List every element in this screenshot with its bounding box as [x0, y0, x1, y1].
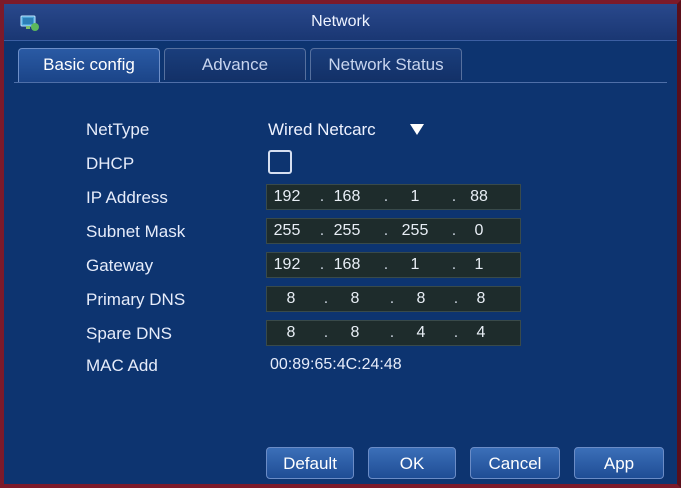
default-button[interactable]: Default — [266, 447, 354, 479]
primary-dns-label: Primary DNS — [86, 290, 186, 309]
network-dialog: Network Basic config Advance Network Sta… — [0, 0, 681, 488]
nettype-label: NetType — [86, 120, 150, 139]
chevron-down-icon — [410, 124, 424, 135]
ip-separator: . — [319, 222, 325, 239]
ip-separator: . — [383, 256, 389, 273]
gateway-octet-2[interactable]: 168 — [329, 256, 365, 274]
ip-separator: . — [453, 324, 459, 341]
primary-dns-octet-3[interactable]: 8 — [403, 290, 439, 308]
ip-separator: . — [451, 222, 457, 239]
row-dhcp: DHCP — [4, 150, 677, 178]
row-mac: MAC Add 00:89:65:4C:24:48 — [4, 352, 677, 380]
row-spare-dns: Spare DNS 8 . 8 . 4 . 4 — [4, 320, 677, 348]
ip-separator: . — [319, 256, 325, 273]
row-subnet-mask: Subnet Mask 255 . 255 . 255 . 0 — [4, 218, 677, 246]
spare-dns-field[interactable]: 8 . 8 . 4 . 4 — [266, 320, 521, 346]
subnet-mask-label: Subnet Mask — [86, 222, 186, 241]
ip-separator: . — [319, 188, 325, 205]
title-bar[interactable]: Network — [4, 4, 677, 41]
ip-separator: . — [383, 188, 389, 205]
ip-address-label: IP Address — [86, 188, 168, 207]
primary-dns-octet-1[interactable]: 8 — [273, 290, 309, 308]
tab-divider — [14, 82, 667, 83]
tab-advance[interactable]: Advance — [164, 48, 306, 80]
ip-separator: . — [323, 290, 329, 307]
ip-separator: . — [389, 290, 395, 307]
spare-dns-octet-1[interactable]: 8 — [273, 324, 309, 342]
ip-octet-2[interactable]: 168 — [329, 188, 365, 206]
ip-separator: . — [451, 188, 457, 205]
row-nettype: NetType Wired Netcarc — [4, 116, 677, 144]
dhcp-label: DHCP — [86, 154, 135, 173]
gateway-label: Gateway — [86, 256, 154, 275]
primary-dns-octet-4[interactable]: 8 — [463, 290, 499, 308]
row-primary-dns: Primary DNS 8 . 8 . 8 . 8 — [4, 286, 677, 314]
gateway-octet-4[interactable]: 1 — [461, 256, 497, 274]
ip-separator: . — [389, 324, 395, 341]
ip-separator: . — [383, 222, 389, 239]
tab-network-status[interactable]: Network Status — [310, 48, 462, 80]
mac-value: 00:89:65:4C:24:48 — [270, 356, 402, 373]
mac-label: MAC Add — [86, 356, 158, 375]
ip-separator: . — [453, 290, 459, 307]
subnet-mask-field[interactable]: 255 . 255 . 255 . 0 — [266, 218, 521, 244]
spare-dns-octet-2[interactable]: 8 — [337, 324, 373, 342]
row-gateway: Gateway 192 . 168 . 1 . 1 — [4, 252, 677, 280]
ip-address-field[interactable]: 192 . 168 . 1 . 88 — [266, 184, 521, 210]
nettype-select[interactable]: Wired Netcarc — [268, 116, 426, 144]
primary-dns-field[interactable]: 8 . 8 . 8 . 8 — [266, 286, 521, 312]
ip-separator: . — [451, 256, 457, 273]
gateway-octet-1[interactable]: 192 — [269, 256, 305, 274]
subnet-octet-1[interactable]: 255 — [269, 222, 305, 240]
spare-dns-octet-4[interactable]: 4 — [463, 324, 499, 342]
row-ip-address: IP Address 192 . 168 . 1 . 88 — [4, 184, 677, 212]
gateway-octet-3[interactable]: 1 — [397, 256, 433, 274]
subnet-octet-3[interactable]: 255 — [397, 222, 433, 240]
nettype-value: Wired Netcarc — [268, 120, 376, 139]
spare-dns-label: Spare DNS — [86, 324, 172, 343]
subnet-octet-4[interactable]: 0 — [461, 222, 497, 240]
ip-octet-4[interactable]: 88 — [461, 188, 497, 206]
dhcp-checkbox[interactable] — [268, 150, 292, 174]
ip-octet-1[interactable]: 192 — [269, 188, 305, 206]
cancel-button[interactable]: Cancel — [470, 447, 560, 479]
window-title: Network — [311, 13, 370, 30]
ip-separator: . — [323, 324, 329, 341]
primary-dns-octet-2[interactable]: 8 — [337, 290, 373, 308]
ok-button[interactable]: OK — [368, 447, 456, 479]
gateway-field[interactable]: 192 . 168 . 1 . 1 — [266, 252, 521, 278]
apply-button[interactable]: App — [574, 447, 664, 479]
spare-dns-octet-3[interactable]: 4 — [403, 324, 439, 342]
ip-octet-3[interactable]: 1 — [397, 188, 433, 206]
tab-bar: Basic config Advance Network Status — [14, 48, 667, 82]
subnet-octet-2[interactable]: 255 — [329, 222, 365, 240]
tab-basic-config[interactable]: Basic config — [18, 48, 160, 82]
